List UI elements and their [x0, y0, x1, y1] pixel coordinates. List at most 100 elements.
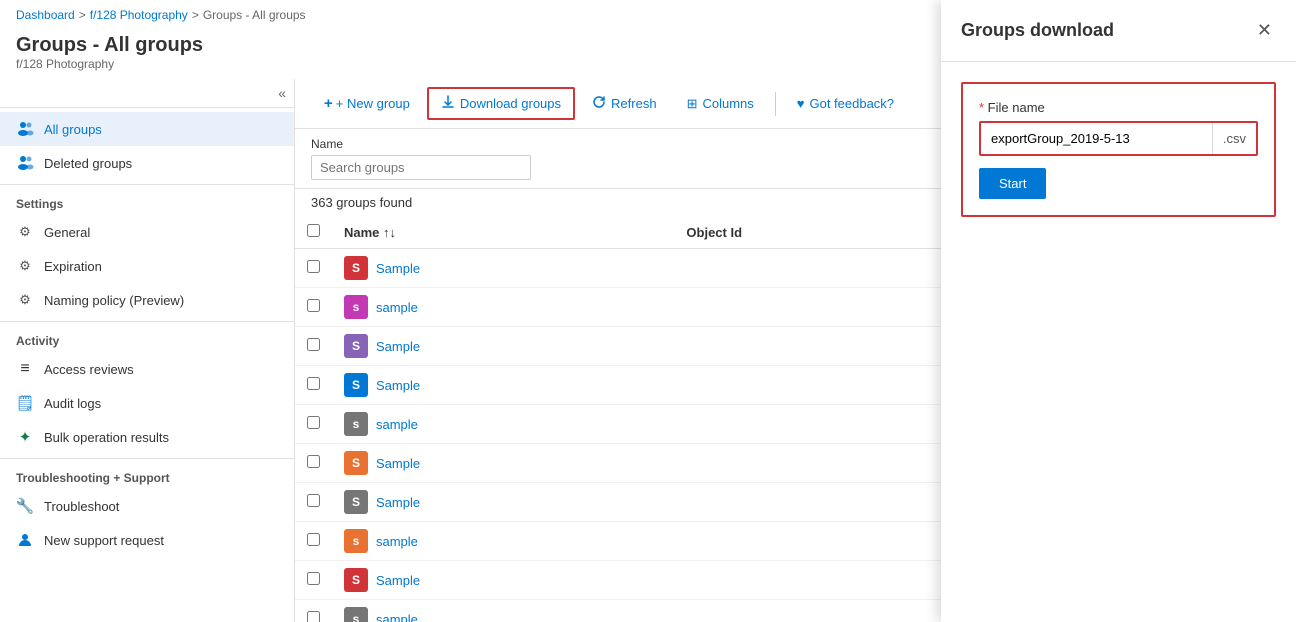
panel-body: * File name .csv Start	[941, 62, 1296, 622]
feedback-button[interactable]: ♥ Got feedback?	[784, 89, 907, 118]
sidebar-item-general[interactable]: ⚙ General	[0, 215, 294, 249]
search-input[interactable]	[311, 155, 531, 180]
select-all-checkbox[interactable]	[307, 224, 320, 237]
sidebar-item-deleted-groups-label: Deleted groups	[44, 156, 132, 171]
group-name-link[interactable]: sample	[376, 612, 418, 622]
sidebar-item-bulk-operation-label: Bulk operation results	[44, 430, 169, 445]
row-checkbox[interactable]	[307, 533, 320, 546]
group-name-link[interactable]: Sample	[376, 495, 420, 510]
groups-download-panel: Groups download ✕ * File name .csv Start	[941, 0, 1296, 622]
sidebar-item-expiration-label: Expiration	[44, 259, 102, 274]
breadcrumb-org[interactable]: f/128 Photography	[90, 8, 188, 22]
list-icon: ≡	[16, 360, 34, 378]
plus-icon: +	[324, 95, 333, 112]
row-checkbox-cell	[295, 561, 332, 600]
panel-title: Groups download	[961, 20, 1114, 41]
object-id-cell	[674, 327, 946, 366]
sidebar-item-troubleshoot[interactable]: 🔧 Troubleshoot	[0, 489, 294, 523]
file-name-input[interactable]	[981, 123, 1212, 154]
row-checkbox[interactable]	[307, 494, 320, 507]
new-group-button[interactable]: + + New group	[311, 88, 423, 119]
row-checkbox-cell	[295, 249, 332, 288]
object-id-cell	[674, 366, 946, 405]
row-checkbox-cell	[295, 327, 332, 366]
row-checkbox[interactable]	[307, 455, 320, 468]
gear-icon-expiration: ⚙	[16, 257, 34, 275]
sidebar-item-audit-logs[interactable]: 🗒 Audit logs	[0, 386, 294, 420]
refresh-button[interactable]: Refresh	[579, 88, 670, 119]
object-id-column-header[interactable]: Object Id	[674, 216, 946, 249]
row-checkbox-cell	[295, 483, 332, 522]
required-asterisk: *	[979, 100, 988, 115]
sidebar-section-settings: Settings	[0, 184, 294, 215]
group-name-link[interactable]: sample	[376, 300, 418, 315]
row-checkbox-cell	[295, 288, 332, 327]
columns-icon: ⊞	[687, 96, 698, 112]
sidebar-section-troubleshooting: Troubleshooting + Support	[0, 458, 294, 489]
group-name-link[interactable]: Sample	[376, 378, 420, 393]
start-button[interactable]: Start	[979, 168, 1046, 199]
select-all-header	[295, 216, 332, 249]
gear-icon-naming: ⚙	[16, 291, 34, 309]
panel-close-button[interactable]: ✕	[1253, 16, 1276, 45]
row-checkbox[interactable]	[307, 572, 320, 585]
object-id-cell	[674, 483, 946, 522]
avatar: S	[344, 334, 368, 358]
breadcrumb-dashboard[interactable]: Dashboard	[16, 8, 75, 22]
name-cell: s sample	[332, 405, 674, 444]
group-name-link[interactable]: Sample	[376, 573, 420, 588]
row-checkbox[interactable]	[307, 416, 320, 429]
row-checkbox[interactable]	[307, 299, 320, 312]
name-cell: S Sample	[332, 366, 674, 405]
avatar: s	[344, 529, 368, 553]
sidebar-item-deleted-groups[interactable]: Deleted groups	[0, 146, 294, 180]
panel-content-border: * File name .csv Start	[961, 82, 1276, 217]
download-groups-button[interactable]: Download groups	[427, 87, 575, 120]
row-checkbox-cell	[295, 405, 332, 444]
sidebar-item-access-reviews[interactable]: ≡ Access reviews	[0, 352, 294, 386]
file-name-label: * File name	[979, 100, 1258, 115]
group-name-link[interactable]: Sample	[376, 339, 420, 354]
avatar: s	[344, 412, 368, 436]
columns-button[interactable]: ⊞ Columns	[674, 89, 767, 119]
sidebar-collapse-button[interactable]: «	[278, 85, 286, 101]
sidebar-collapse-area: «	[0, 79, 294, 108]
name-column-header[interactable]: Name ↑↓	[332, 216, 674, 249]
name-cell: s sample	[332, 522, 674, 561]
group-name-link[interactable]: Sample	[376, 261, 420, 276]
gear-icon-general: ⚙	[16, 223, 34, 241]
object-id-cell	[674, 288, 946, 327]
sidebar-item-naming-policy[interactable]: ⚙ Naming policy (Preview)	[0, 283, 294, 317]
group-name-link[interactable]: Sample	[376, 456, 420, 471]
row-checkbox[interactable]	[307, 260, 320, 273]
row-checkbox[interactable]	[307, 338, 320, 351]
file-name-input-row: .csv	[979, 121, 1258, 156]
sidebar-item-expiration[interactable]: ⚙ Expiration	[0, 249, 294, 283]
row-checkbox[interactable]	[307, 377, 320, 390]
sidebar-item-all-groups-label: All groups	[44, 122, 102, 137]
row-checkbox-cell	[295, 444, 332, 483]
breadcrumb-current: Groups - All groups	[203, 8, 306, 22]
object-id-cell	[674, 561, 946, 600]
row-checkbox-cell	[295, 522, 332, 561]
group-name-link[interactable]: sample	[376, 417, 418, 432]
avatar: S	[344, 490, 368, 514]
name-cell: S Sample	[332, 444, 674, 483]
object-id-cell	[674, 522, 946, 561]
sidebar-item-troubleshoot-label: Troubleshoot	[44, 499, 119, 514]
sidebar-item-all-groups[interactable]: All groups	[0, 112, 294, 146]
sidebar-nav: All groups Deleted groups Settings ⚙ Gen…	[0, 108, 294, 561]
sidebar-item-bulk-operation[interactable]: ✦ Bulk operation results	[0, 420, 294, 454]
name-cell: S Sample	[332, 249, 674, 288]
sidebar-item-naming-policy-label: Naming policy (Preview)	[44, 293, 184, 308]
row-checkbox[interactable]	[307, 611, 320, 622]
new-group-label: + New group	[336, 96, 410, 111]
row-checkbox-cell	[295, 600, 332, 622]
group-name-link[interactable]: sample	[376, 534, 418, 549]
wrench-icon: 🔧	[16, 497, 34, 515]
support-icon	[16, 531, 34, 549]
sidebar-item-new-support-label: New support request	[44, 533, 164, 548]
sidebar-item-general-label: General	[44, 225, 90, 240]
sidebar-item-new-support[interactable]: New support request	[0, 523, 294, 557]
refresh-icon	[592, 95, 606, 112]
